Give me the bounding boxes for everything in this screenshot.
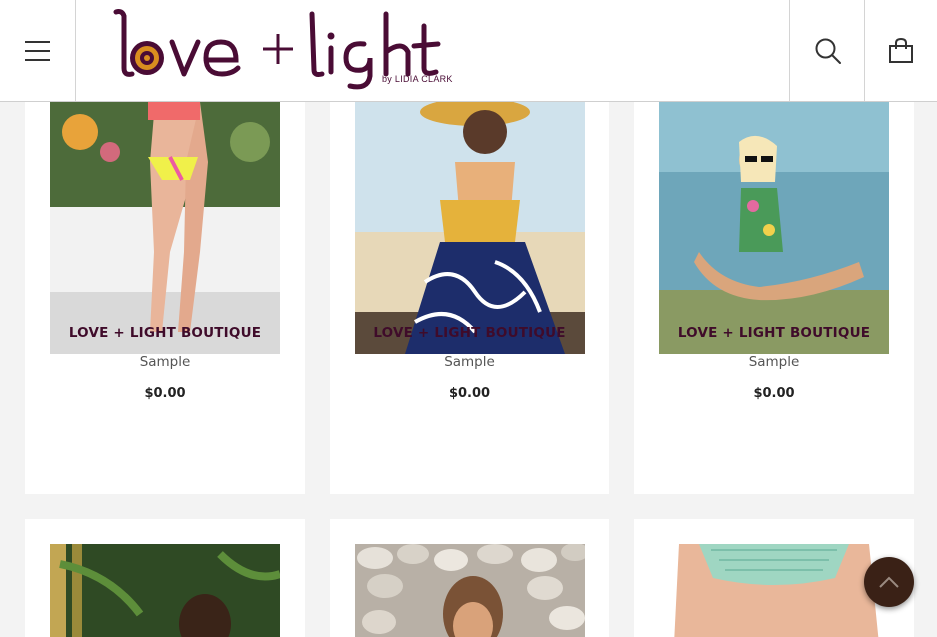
product-price: $0.00 (448, 386, 491, 401)
product-image[interactable] (50, 544, 280, 637)
site-header: by LIDIA CLARK (0, 0, 937, 102)
product-image[interactable] (355, 544, 585, 637)
product-card[interactable]: LOVE + LIGHT BOUTIQUE Sample $0.00 (25, 40, 305, 494)
cart-button[interactable] (864, 0, 937, 101)
product-price: $0.00 (144, 386, 186, 401)
product-title[interactable]: Sample (330, 354, 609, 370)
product-image[interactable] (355, 102, 585, 354)
product-image[interactable] (659, 544, 889, 637)
product-card[interactable]: LOVE + LIGHT BOUTIQUE Sample $0.00 (330, 40, 609, 494)
chevron-up-icon (879, 576, 899, 588)
hamburger-icon (24, 40, 50, 61)
product-title[interactable]: Sample (634, 354, 914, 370)
product-title[interactable]: Sample (25, 354, 305, 370)
search-button[interactable] (789, 0, 865, 101)
product-brand[interactable]: LOVE + LIGHT BOUTIQUE (634, 325, 914, 341)
product-image[interactable] (50, 102, 280, 354)
search-icon (815, 38, 841, 64)
product-brand[interactable]: LOVE + LIGHT BOUTIQUE (25, 325, 305, 341)
product-card[interactable] (330, 519, 609, 637)
product-image[interactable] (659, 102, 889, 354)
product-card[interactable]: LOVE + LIGHT BOUTIQUE Sample $0.00 (634, 40, 914, 494)
site-logo[interactable]: by LIDIA CLARK (102, 6, 452, 92)
product-brand[interactable]: LOVE + LIGHT BOUTIQUE (330, 325, 609, 341)
scroll-to-top-button[interactable] (864, 557, 914, 607)
shopping-bag-icon (889, 37, 913, 63)
logo-byline: by LIDIA CLARK (382, 74, 453, 84)
product-card[interactable] (25, 519, 305, 637)
product-price: $0.00 (753, 386, 795, 401)
menu-button[interactable] (0, 0, 76, 101)
